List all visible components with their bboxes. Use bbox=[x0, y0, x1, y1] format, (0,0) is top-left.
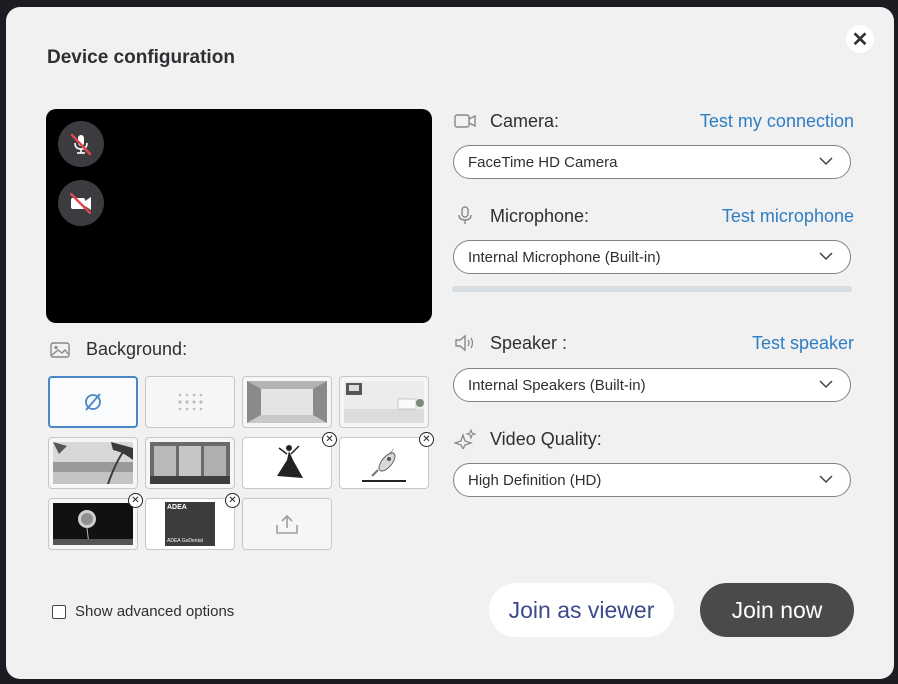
background-adea-tile[interactable]: ADEA ADEA GoDental ✕ bbox=[145, 493, 240, 550]
speaker-label: Speaker : bbox=[490, 332, 568, 353]
advanced-options-checkbox[interactable] bbox=[52, 604, 66, 619]
close-button[interactable]: ✕ bbox=[846, 25, 874, 53]
chevron-down-icon bbox=[819, 252, 833, 261]
camera-select[interactable]: FaceTime HD Camera bbox=[453, 145, 851, 179]
dandelion-thumbnail bbox=[53, 503, 133, 545]
dancer-thumbnail bbox=[247, 442, 327, 484]
chevron-down-icon bbox=[819, 157, 833, 166]
microphone-icon bbox=[458, 206, 472, 224]
background-dancer-tile[interactable]: ✕ bbox=[242, 432, 337, 489]
upload-icon bbox=[276, 514, 298, 534]
sparkle-icon bbox=[454, 429, 476, 449]
test-speaker-link[interactable]: Test speaker bbox=[752, 333, 854, 354]
microphone-select[interactable]: Internal Microphone (Built-in) bbox=[453, 240, 851, 274]
advanced-options: Show advanced options bbox=[52, 603, 234, 620]
video-quality-select-value: High Definition (HD) bbox=[468, 471, 602, 489]
white-office-thumbnail bbox=[344, 381, 424, 423]
remove-background-button[interactable]: ✕ bbox=[128, 493, 143, 508]
video-preview bbox=[46, 109, 432, 323]
device-config-dialog: Device configuration ✕ Background: ✕ ✕ ✕… bbox=[6, 7, 894, 679]
video-quality-select[interactable]: High Definition (HD) bbox=[453, 463, 851, 497]
remove-background-button[interactable]: ✕ bbox=[419, 432, 434, 447]
test-microphone-link[interactable]: Test microphone bbox=[722, 206, 854, 227]
mic-toggle-button[interactable] bbox=[58, 121, 104, 167]
adea-thumbnail-bottom-text: ADEA GoDental bbox=[167, 538, 203, 544]
microphone-label: Microphone: bbox=[490, 205, 590, 226]
camera-toggle-button[interactable] bbox=[58, 180, 104, 226]
dialog-title: Device configuration bbox=[47, 47, 235, 68]
chevron-down-icon bbox=[819, 380, 833, 389]
background-label: Background: bbox=[86, 339, 188, 359]
background-white-office-tile[interactable] bbox=[339, 376, 429, 428]
background-header: Background: bbox=[50, 339, 187, 360]
camera-header: Camera: Test my connection bbox=[454, 108, 854, 134]
camera-label: Camera: bbox=[490, 110, 560, 131]
remove-background-button[interactable]: ✕ bbox=[322, 432, 337, 447]
close-icon: ✕ bbox=[851, 28, 869, 51]
camera-icon bbox=[454, 114, 476, 128]
microphone-level-meter bbox=[452, 286, 852, 292]
microphone-header: Microphone: Test microphone bbox=[454, 203, 854, 229]
background-upload-tile[interactable] bbox=[242, 498, 332, 550]
no-background-icon bbox=[85, 393, 101, 411]
background-blur-tile[interactable] bbox=[145, 376, 235, 428]
speaker-select-value: Internal Speakers (Built-in) bbox=[468, 376, 646, 394]
window-view-thumbnail bbox=[150, 442, 230, 484]
background-rocket-tile[interactable]: ✕ bbox=[339, 432, 434, 489]
video-quality-header: Video Quality: bbox=[454, 426, 854, 452]
microphone-select-value: Internal Microphone (Built-in) bbox=[468, 248, 661, 266]
join-now-button[interactable]: Join now bbox=[700, 583, 854, 637]
background-window-view-tile[interactable] bbox=[145, 437, 235, 489]
chevron-down-icon bbox=[819, 475, 833, 484]
background-empty-room-tile[interactable] bbox=[242, 376, 332, 428]
rocket-thumbnail bbox=[344, 442, 424, 484]
advanced-options-label[interactable]: Show advanced options bbox=[75, 603, 234, 620]
speaker-select[interactable]: Internal Speakers (Built-in) bbox=[453, 368, 851, 402]
image-icon bbox=[50, 341, 70, 358]
camera-select-value: FaceTime HD Camera bbox=[468, 153, 618, 171]
test-connection-link[interactable]: Test my connection bbox=[700, 111, 854, 132]
speaker-icon bbox=[455, 334, 474, 352]
adea-thumbnail: ADEA ADEA GoDental bbox=[165, 502, 215, 546]
beach-thumbnail bbox=[53, 442, 133, 484]
background-dandelion-tile[interactable]: ✕ bbox=[48, 493, 143, 550]
blur-icon bbox=[178, 393, 203, 411]
background-beach-tile[interactable] bbox=[48, 437, 138, 489]
background-grid: ✕ ✕ ✕ ADEA ADEA GoDental ✕ bbox=[48, 376, 434, 550]
mic-muted-icon bbox=[70, 133, 92, 156]
remove-background-button[interactable]: ✕ bbox=[225, 493, 240, 508]
video-quality-label: Video Quality: bbox=[490, 428, 602, 449]
adea-thumbnail-top-text: ADEA bbox=[167, 504, 187, 511]
speaker-header: Speaker : Test speaker bbox=[454, 330, 854, 356]
join-as-viewer-button[interactable]: Join as viewer bbox=[489, 583, 674, 637]
camera-off-icon bbox=[69, 192, 92, 215]
background-none-tile[interactable] bbox=[48, 376, 138, 428]
empty-room-thumbnail bbox=[247, 381, 327, 423]
